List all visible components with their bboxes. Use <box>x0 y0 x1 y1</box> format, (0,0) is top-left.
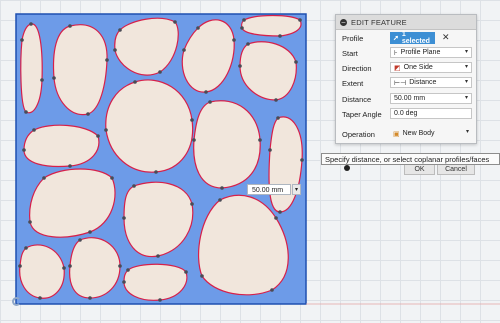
clear-selection-icon[interactable]: ✕ <box>442 32 450 43</box>
collapse-icon[interactable]: – <box>340 18 347 26</box>
direction-label: Direction <box>342 64 372 73</box>
chevron-down-icon: ▾ <box>464 79 468 85</box>
extent-select[interactable]: ⊢⊣ Distance ▾ <box>390 77 472 88</box>
extent-row: Extent ⊢⊣ Distance ▾ <box>336 76 476 90</box>
operation-value: New Body <box>402 130 435 137</box>
start-row: Start ⊦ Profile Plane ▾ <box>336 46 476 60</box>
tooltip: Specify distance, or select coplanar pro… <box>321 153 500 165</box>
distance-icon: ⊢⊣ <box>394 79 407 87</box>
direction-row: Direction ◩ One Side ▾ <box>336 61 476 75</box>
distance-input[interactable]: 50.00 mm ▾ <box>390 93 472 104</box>
profile-value: 1 selected <box>401 31 430 45</box>
info-icon[interactable] <box>344 165 350 171</box>
extent-label: Extent <box>342 79 364 88</box>
profile-select-button[interactable]: ➚ 1 selected <box>390 31 435 45</box>
hole-9[interactable] <box>23 124 100 168</box>
start-label: Start <box>342 49 358 58</box>
one-side-icon: ◩ <box>394 64 401 72</box>
start-select[interactable]: ⊦ Profile Plane ▾ <box>390 47 472 58</box>
edit-feature-panel: – EDIT FEATURE Profile ➚ 1 selected ✕ St… <box>335 14 477 144</box>
taper-row: Taper Angle 0.0 deg <box>336 107 476 121</box>
distance-row: Distance 50.00 mm ▾ <box>336 92 476 106</box>
hole-2[interactable] <box>52 24 108 116</box>
chevron-down-icon: ▾ <box>464 95 468 101</box>
distance-value: 50.00 mm <box>394 95 426 102</box>
taper-label: Taper Angle <box>342 110 382 119</box>
cursor-icon: ➚ <box>393 35 399 42</box>
hole-8[interactable] <box>193 100 261 189</box>
canvas-distance-input[interactable]: 50.00 mm <box>247 184 291 195</box>
direction-value: One Side <box>403 64 433 71</box>
taper-input[interactable]: 0.0 deg <box>390 108 472 119</box>
extent-value: Distance <box>409 79 437 86</box>
operation-row: Operation ▣ New Body ▾ <box>336 127 476 141</box>
distance-label: Distance <box>342 95 372 104</box>
origin-icon <box>12 297 21 306</box>
profile-label: Profile <box>342 34 364 43</box>
cancel-button[interactable]: Cancel <box>437 164 475 175</box>
start-value: Profile Plane <box>400 49 441 56</box>
direction-select[interactable]: ◩ One Side ▾ <box>390 62 472 73</box>
hole-7[interactable] <box>105 79 194 173</box>
profile-plane-icon: ⊦ <box>394 49 398 57</box>
taper-value: 0.0 deg <box>394 110 418 117</box>
new-body-icon: ▣ <box>393 130 400 138</box>
operation-select[interactable]: ▣ New Body ▾ <box>390 128 472 139</box>
panel-header: – EDIT FEATURE <box>336 15 476 30</box>
panel-title: EDIT FEATURE <box>351 17 407 27</box>
hole-5[interactable] <box>241 14 302 37</box>
chevron-down-icon: ▾ <box>464 64 468 70</box>
canvas-distance-dropdown-arrow[interactable]: ▾ <box>292 184 301 195</box>
operation-label: Operation <box>342 130 375 139</box>
ok-button[interactable]: OK <box>404 164 435 175</box>
chevron-down-icon: ▾ <box>465 129 469 135</box>
profile-row: Profile ➚ 1 selected ✕ <box>336 31 476 45</box>
chevron-down-icon: ▾ <box>464 49 468 55</box>
hole-1[interactable] <box>20 23 43 114</box>
